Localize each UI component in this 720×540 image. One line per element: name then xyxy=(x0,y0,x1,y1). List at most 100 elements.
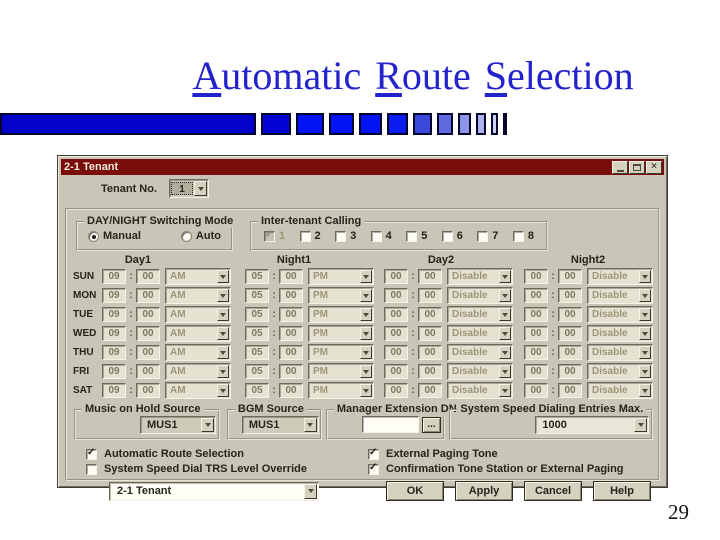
hour-field[interactable]: 09 xyxy=(102,364,126,379)
hour-field[interactable]: 05 xyxy=(245,345,269,360)
manager-extension-field[interactable] xyxy=(361,416,419,433)
mode-select[interactable]: AM xyxy=(165,325,231,342)
checkbox-icon[interactable]: ✓ xyxy=(264,229,275,242)
dropdown-arrow-button[interactable] xyxy=(639,289,651,302)
dropdown-arrow-button[interactable] xyxy=(499,346,511,359)
radio-manual[interactable]: Manual xyxy=(88,230,141,242)
hour-field[interactable]: 00 xyxy=(524,307,548,322)
minute-field[interactable]: 00 xyxy=(136,288,160,303)
mode-select[interactable]: PM xyxy=(308,382,374,399)
dropdown-arrow-button[interactable] xyxy=(201,417,214,432)
dropdown-arrow-button[interactable] xyxy=(217,384,229,397)
hour-field[interactable]: 00 xyxy=(384,269,408,284)
hour-field[interactable]: 09 xyxy=(102,383,126,398)
minute-field[interactable]: 00 xyxy=(558,288,582,303)
dropdown-arrow-button[interactable] xyxy=(360,327,372,340)
radio-auto[interactable]: Auto xyxy=(180,230,221,242)
minute-field[interactable]: 00 xyxy=(418,269,442,284)
minimize-button[interactable] xyxy=(612,160,628,174)
hour-field[interactable]: 05 xyxy=(245,326,269,341)
bgm-source-select[interactable]: MUS1 xyxy=(241,415,319,434)
dropdown-arrow-button[interactable] xyxy=(217,327,229,340)
dropdown-arrow-button[interactable] xyxy=(217,346,229,359)
mode-select[interactable]: PM xyxy=(308,306,374,323)
close-button[interactable]: × xyxy=(646,160,662,174)
minute-field[interactable]: 00 xyxy=(279,364,303,379)
intertenant-checkbox-3[interactable]: 3 xyxy=(335,230,356,242)
hour-field[interactable]: 00 xyxy=(524,345,548,360)
option-checkbox-3[interactable]: ✓ Confirmation Tone Station or External P… xyxy=(368,462,653,475)
mode-select[interactable]: Disable xyxy=(587,306,653,323)
hour-field[interactable]: 05 xyxy=(245,364,269,379)
minute-field[interactable]: 00 xyxy=(136,383,160,398)
dropdown-arrow-button[interactable] xyxy=(499,384,511,397)
minute-field[interactable]: 00 xyxy=(558,383,582,398)
mode-select[interactable]: Disable xyxy=(447,363,513,380)
hour-field[interactable]: 00 xyxy=(524,269,548,284)
hour-field[interactable]: 09 xyxy=(102,345,126,360)
speed-dialing-select[interactable]: 1000 xyxy=(535,415,650,434)
hour-field[interactable]: 09 xyxy=(102,269,126,284)
hour-field[interactable]: 09 xyxy=(102,288,126,303)
dropdown-arrow-button[interactable] xyxy=(639,346,651,359)
dropdown-arrow-button[interactable] xyxy=(499,289,511,302)
hour-field[interactable]: 00 xyxy=(384,364,408,379)
intertenant-checkbox-2[interactable]: 2 xyxy=(299,230,321,242)
dropdown-arrow-button[interactable] xyxy=(639,384,651,397)
dropdown-arrow-button[interactable] xyxy=(634,417,648,432)
mode-select[interactable]: Disable xyxy=(447,325,513,342)
music-on-hold-select[interactable]: MUS1 xyxy=(140,415,216,434)
mode-select[interactable]: AM xyxy=(165,382,231,399)
hour-field[interactable]: 09 xyxy=(102,326,126,341)
dialog-titlebar[interactable]: 2-1 Tenant × xyxy=(61,159,664,175)
dropdown-arrow-button[interactable] xyxy=(499,365,511,378)
checkbox-icon[interactable] xyxy=(370,230,382,242)
help-button[interactable]: Help xyxy=(593,481,651,501)
dropdown-arrow-button[interactable] xyxy=(360,365,372,378)
checkbox-icon[interactable]: ✓ xyxy=(86,447,97,460)
minute-field[interactable]: 00 xyxy=(418,288,442,303)
hour-field[interactable]: 05 xyxy=(245,288,269,303)
mode-select[interactable]: AM xyxy=(165,363,231,380)
hour-field[interactable]: 00 xyxy=(524,326,548,341)
dropdown-arrow-button[interactable] xyxy=(217,289,229,302)
option-checkbox-2[interactable]: ✓ External Paging Tone xyxy=(368,447,653,460)
dropdown-arrow-button[interactable] xyxy=(194,181,208,196)
hour-field[interactable]: 00 xyxy=(524,288,548,303)
option-checkbox-0[interactable]: ✓ Automatic Route Selection xyxy=(86,447,368,460)
cancel-button[interactable]: Cancel xyxy=(524,481,582,501)
minute-field[interactable]: 00 xyxy=(279,269,303,284)
intertenant-checkbox-5[interactable]: 5 xyxy=(406,230,427,242)
minute-field[interactable]: 00 xyxy=(136,345,160,360)
checkbox-icon[interactable]: ✓ xyxy=(368,447,379,460)
hour-field[interactable]: 00 xyxy=(384,383,408,398)
minute-field[interactable]: 00 xyxy=(136,364,160,379)
mode-select[interactable]: Disable xyxy=(447,344,513,361)
dropdown-arrow-button[interactable] xyxy=(217,365,229,378)
hour-field[interactable]: 00 xyxy=(384,345,408,360)
dropdown-arrow-button[interactable] xyxy=(303,417,317,432)
checkbox-icon[interactable] xyxy=(477,230,489,242)
hour-field[interactable]: 05 xyxy=(245,383,269,398)
dropdown-arrow-button[interactable] xyxy=(639,270,651,283)
minute-field[interactable]: 00 xyxy=(279,383,303,398)
minute-field[interactable]: 00 xyxy=(136,269,160,284)
dropdown-arrow-button[interactable] xyxy=(639,327,651,340)
dropdown-arrow-button[interactable] xyxy=(360,384,372,397)
dropdown-arrow-button[interactable] xyxy=(360,346,372,359)
minute-field[interactable]: 00 xyxy=(418,307,442,322)
mode-select[interactable]: PM xyxy=(308,325,374,342)
minute-field[interactable]: 00 xyxy=(558,307,582,322)
hour-field[interactable]: 09 xyxy=(102,307,126,322)
intertenant-checkbox-6[interactable]: 6 xyxy=(441,230,463,242)
mode-select[interactable]: Disable xyxy=(587,268,653,285)
minute-field[interactable]: 00 xyxy=(136,307,160,322)
checkbox-icon[interactable] xyxy=(335,230,347,242)
dropdown-arrow-button[interactable] xyxy=(639,308,651,321)
mode-select[interactable]: Disable xyxy=(587,363,653,380)
mode-select[interactable]: Disable xyxy=(587,287,653,304)
tenant-no-select[interactable]: 1 xyxy=(169,179,210,198)
minute-field[interactable]: 00 xyxy=(558,345,582,360)
intertenant-checkbox-7[interactable]: 7 xyxy=(477,230,498,242)
minute-field[interactable]: 00 xyxy=(558,364,582,379)
